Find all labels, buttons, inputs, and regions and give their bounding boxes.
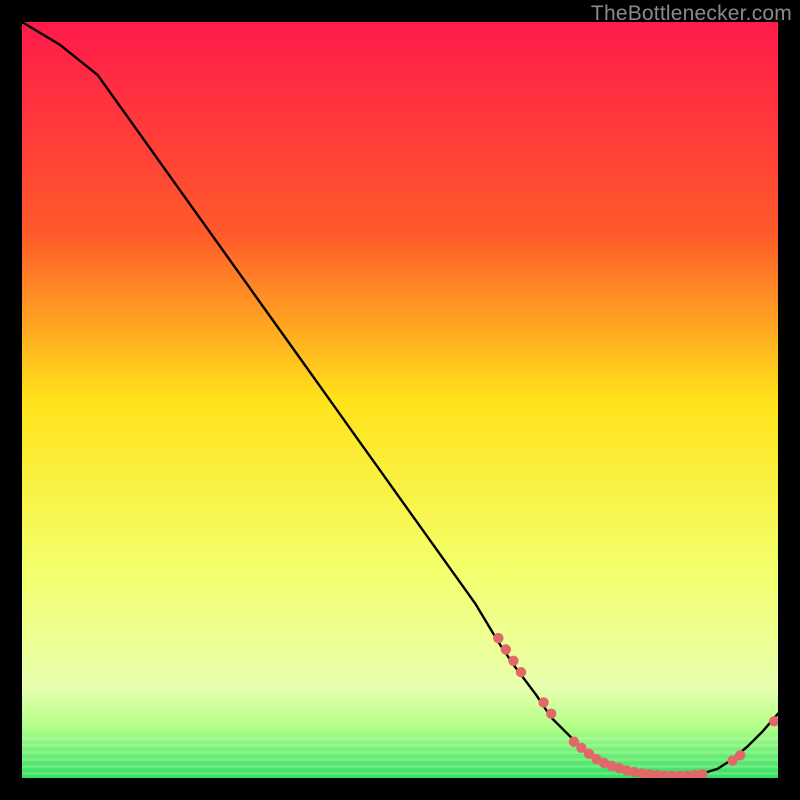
bottleneck-curve-plot — [22, 22, 778, 778]
chart-svg — [22, 22, 778, 778]
chart-container: TheBottlenecker.com — [0, 0, 800, 800]
